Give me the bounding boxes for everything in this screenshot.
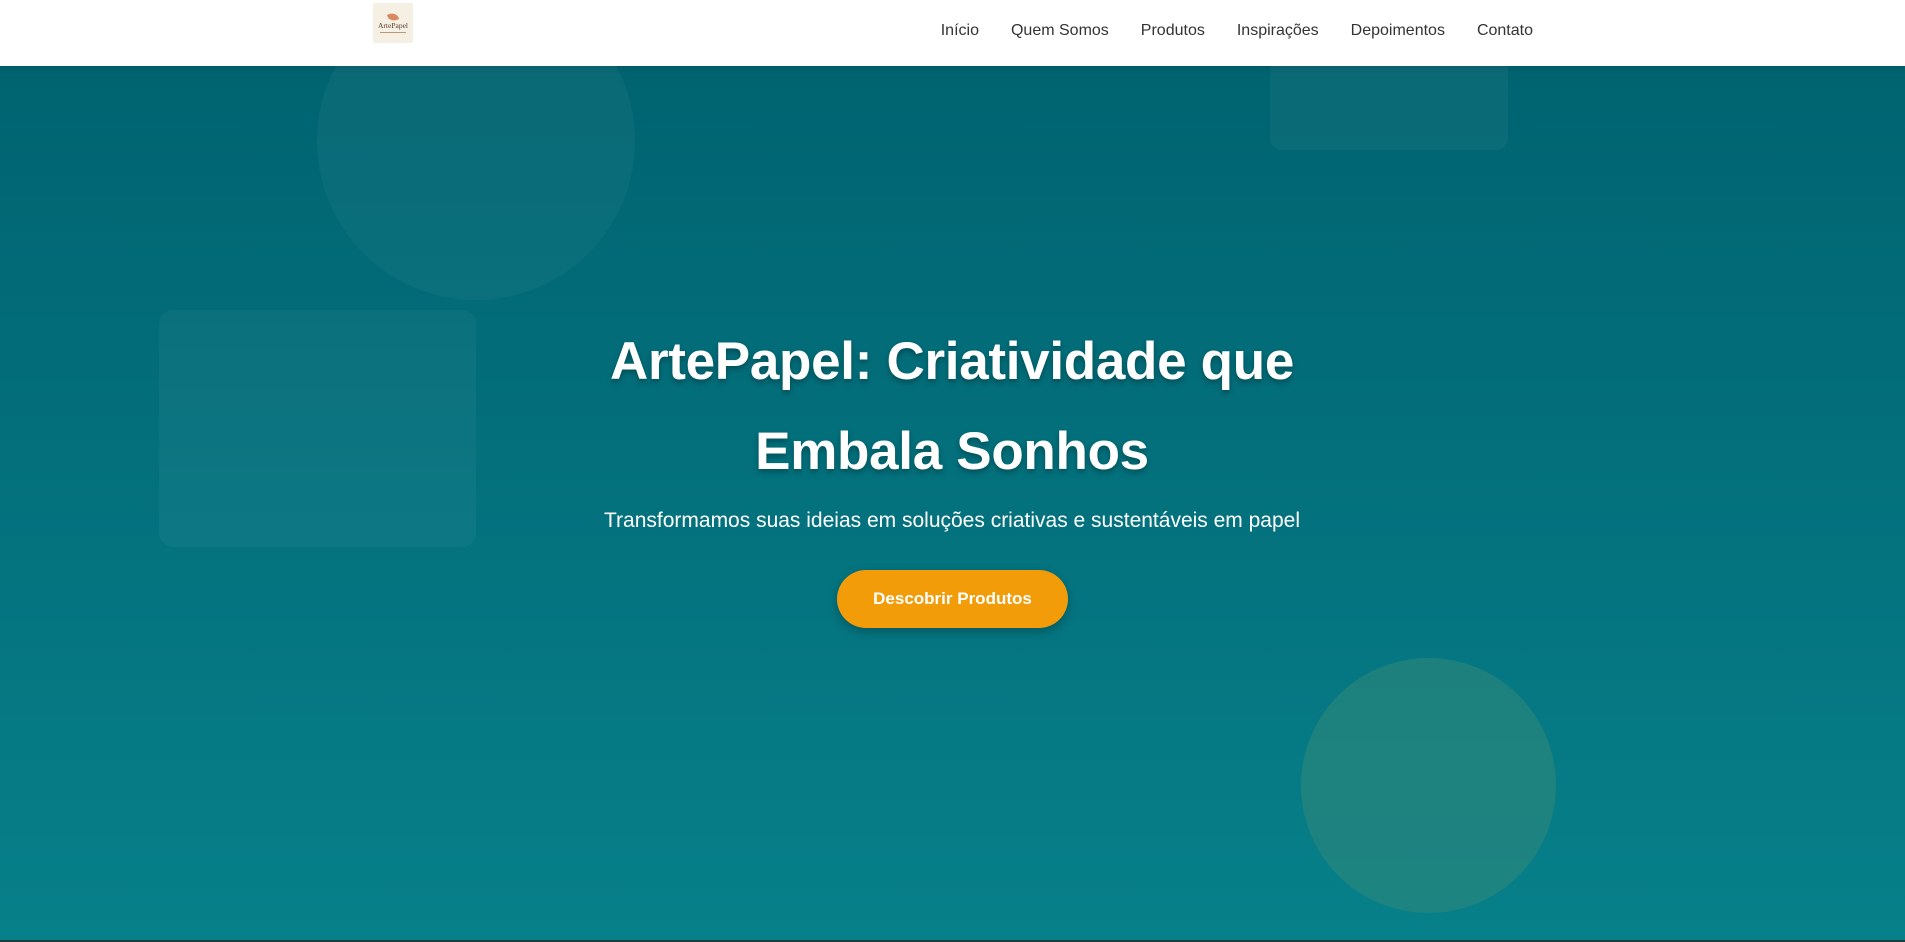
nav-link-contato[interactable]: Contato [1477, 22, 1533, 40]
logo-tagline-line [380, 31, 406, 33]
nav-link-produtos[interactable]: Produtos [1141, 22, 1205, 40]
nav-link-quem-somos[interactable]: Quem Somos [1011, 22, 1109, 40]
hero-section: ArtePapel: Criatividade que Embala Sonho… [0, 66, 1905, 940]
decorative-rectangle [159, 310, 476, 547]
nav-link-inspiracoes[interactable]: Inspirações [1237, 22, 1319, 40]
main-nav: Início Quem Somos Produtos Inspirações D… [941, 0, 1533, 61]
hero-subtitle: Transformamos suas ideias em soluções cr… [603, 509, 1301, 532]
hero-title: ArtePapel: Criatividade que Embala Sonho… [609, 332, 1295, 481]
site-header: ArtePapel Início Quem Somos Produtos Ins… [0, 0, 1905, 66]
decorative-circle [1301, 658, 1556, 913]
nav-link-inicio[interactable]: Início [941, 22, 979, 40]
nav-link-depoimentos[interactable]: Depoimentos [1351, 22, 1445, 40]
decorative-rectangle [1270, 66, 1508, 150]
decorative-circle [317, 66, 635, 300]
logo-text: ArtePapel [378, 21, 408, 31]
discover-products-button[interactable]: Descobrir Produtos [837, 570, 1068, 628]
brand-logo[interactable]: ArtePapel [373, 3, 413, 43]
